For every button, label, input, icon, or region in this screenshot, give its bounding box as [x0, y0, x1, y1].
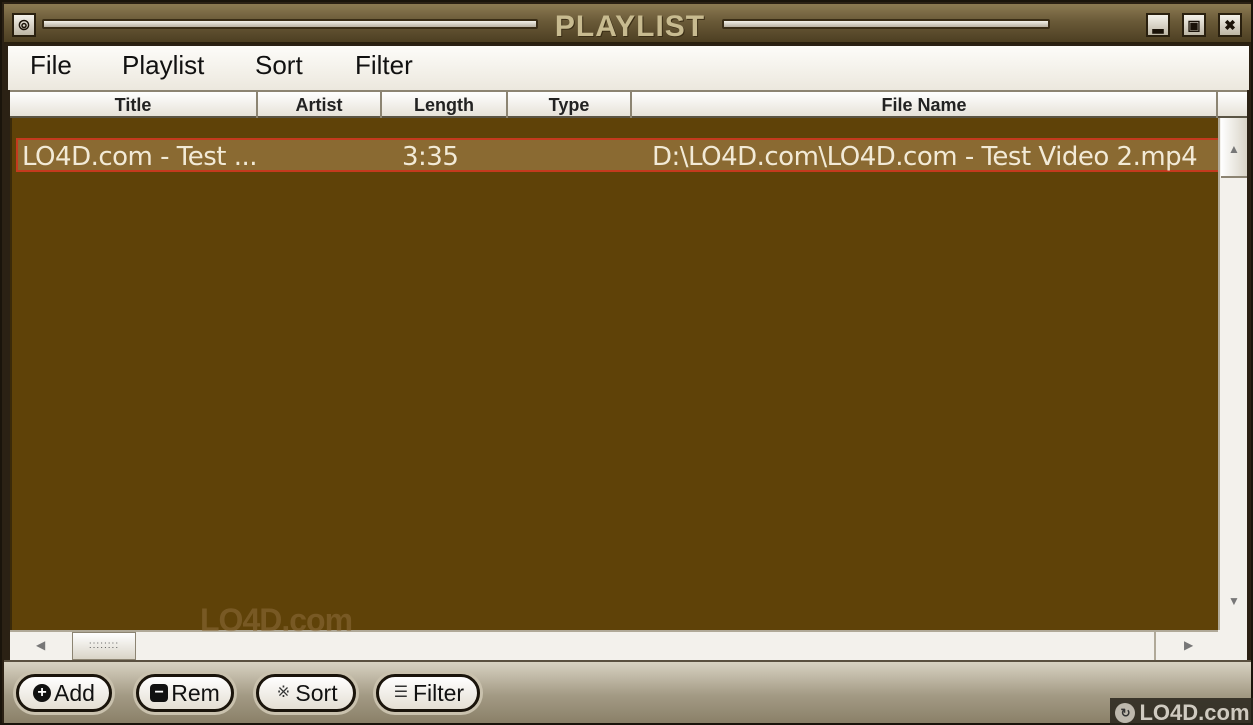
grip-icon: ::::::::	[88, 640, 120, 651]
scroll-down-icon[interactable]: ▼	[1228, 594, 1240, 608]
title-bar-grip-left	[42, 19, 538, 29]
plus-icon: +	[33, 684, 52, 702]
title-bar[interactable]: ⦾ PLAYLIST ▂ ▣ ✖	[4, 4, 1251, 44]
scroll-up-icon[interactable]: ▲	[1228, 142, 1240, 156]
window-title: PLAYLIST	[554, 10, 706, 43]
column-artist[interactable]: Artist	[258, 92, 382, 118]
filter-button-label: Filter	[412, 679, 465, 706]
column-type[interactable]: Type	[508, 92, 632, 118]
minus-icon: −	[150, 684, 169, 702]
horizontal-scroll-thumb[interactable]: ::::::::	[72, 632, 136, 660]
scrollbar-corner	[1218, 630, 1247, 660]
sort-button[interactable]: ※ Sort	[256, 674, 356, 712]
menu-sort[interactable]: Sort	[251, 50, 307, 81]
sort-button-label: Sort	[295, 679, 338, 706]
add-button[interactable]: + Add	[16, 674, 112, 712]
scroll-track-divider	[1154, 632, 1156, 660]
watermark-text-center: LO4D.com	[200, 602, 353, 638]
filter-icon: ☰	[393, 684, 409, 701]
menu-playlist[interactable]: Playlist	[118, 50, 208, 81]
add-button-label: Add	[54, 679, 95, 706]
remove-button[interactable]: − Rem	[136, 674, 234, 712]
scroll-right-icon[interactable]: ▶	[1184, 638, 1193, 652]
column-title[interactable]: Title	[10, 92, 258, 118]
sort-icon: ※	[276, 684, 291, 701]
menu-bar: File Playlist Sort Filter LO4D.com	[8, 46, 1249, 148]
playlist-window: ⦾ PLAYLIST ▂ ▣ ✖ File Playlist Sort Filt…	[0, 0, 1253, 725]
watermark-logo-center: LO4D.com	[200, 602, 353, 639]
playlist-list[interactable]: LO4D.com - Test ... 3:35 D:\LO4D.com\LO4…	[10, 118, 1220, 630]
maximize-button[interactable]: ▣	[1182, 13, 1206, 37]
close-button[interactable]: ✖	[1218, 13, 1242, 37]
filter-button[interactable]: ☰ Filter	[376, 674, 480, 712]
column-length[interactable]: Length	[382, 92, 508, 118]
vertical-scrollbar[interactable]: ▲ ▼	[1218, 118, 1247, 630]
bottom-toolbar: + Add − Rem ※ Sort ☰ Filter	[4, 660, 1251, 723]
menu-file[interactable]: File	[26, 50, 76, 81]
watermark-logo-icon: ↻	[1115, 702, 1136, 723]
row-length: 3:35	[402, 142, 459, 172]
table-row[interactable]: LO4D.com - Test ... 3:35 D:\LO4D.com\LO4…	[16, 138, 1220, 172]
minimize-button[interactable]: ▂	[1146, 13, 1170, 37]
window-menu-icon[interactable]: ⦾	[12, 13, 36, 37]
remove-button-label: Rem	[171, 679, 220, 706]
row-title: LO4D.com - Test ...	[22, 142, 258, 172]
column-file-name[interactable]: File Name	[632, 92, 1218, 118]
column-header: Title Artist Length Type File Name	[10, 90, 1247, 118]
scroll-left-icon[interactable]: ◀	[36, 638, 45, 652]
horizontal-scrollbar[interactable]: ◀ :::::::: ▶	[10, 630, 1218, 660]
watermark-badge-text: LO4D.com	[1139, 699, 1250, 725]
menu-filter[interactable]: Filter	[351, 50, 417, 81]
title-bar-grip-right	[722, 19, 1050, 29]
watermark-badge: ↻ LO4D.com	[1110, 698, 1253, 725]
row-file-name: D:\LO4D.com\LO4D.com - Test Video 2.mp4	[652, 142, 1198, 172]
